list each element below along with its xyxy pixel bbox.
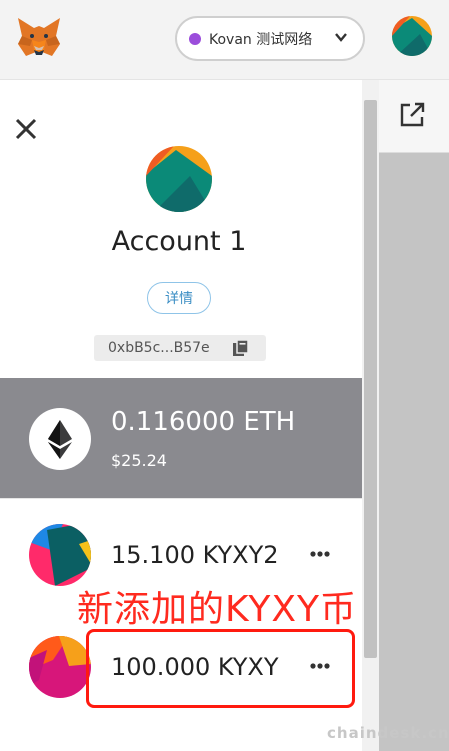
eth-balance: 0.116000 ETH bbox=[111, 407, 296, 437]
eth-fiat-value: $25.24 bbox=[111, 451, 167, 470]
metamask-fox-icon[interactable] bbox=[16, 16, 62, 58]
annotation-highlight-box bbox=[86, 629, 355, 708]
token-balance-kyxy2: 15.100 KYXY2 bbox=[111, 541, 279, 569]
divider bbox=[0, 498, 362, 499]
network-status-dot bbox=[189, 32, 201, 45]
account-avatar bbox=[146, 146, 212, 212]
account-identicon bbox=[392, 16, 432, 56]
token-icon-kyxy bbox=[29, 636, 91, 698]
annotation-label: 新添加的KYXY币 bbox=[77, 589, 357, 630]
token-icon-kyxy2 bbox=[29, 524, 91, 586]
account-name: Account 1 bbox=[111, 226, 247, 257]
watermark: chaindesk.cn bbox=[327, 724, 449, 742]
account-details-button[interactable]: 详情 bbox=[147, 282, 211, 314]
token-identicon bbox=[29, 524, 91, 586]
chevron-down-icon bbox=[335, 33, 347, 42]
account-avatar-button[interactable] bbox=[392, 16, 432, 56]
scrollbar-thumb[interactable] bbox=[364, 100, 377, 658]
copy-icon[interactable] bbox=[232, 339, 250, 357]
network-label: Kovan 测试网络 bbox=[209, 31, 313, 48]
account-address-text: 0xbB5c...B57e bbox=[108, 340, 210, 356]
background-overlay bbox=[379, 80, 449, 751]
metamask-popup: Kovan 测试网络 Account 1 详情 0xbB5c...B57e 0.… bbox=[0, 0, 449, 751]
token-identicon bbox=[29, 636, 91, 698]
ethereum-icon bbox=[29, 408, 91, 470]
close-icon[interactable] bbox=[14, 117, 38, 141]
more-options-icon[interactable] bbox=[310, 550, 330, 558]
account-identicon bbox=[146, 146, 212, 212]
open-in-new-tab-icon[interactable] bbox=[398, 101, 426, 129]
network-selector[interactable]: Kovan 测试网络 bbox=[175, 16, 365, 61]
